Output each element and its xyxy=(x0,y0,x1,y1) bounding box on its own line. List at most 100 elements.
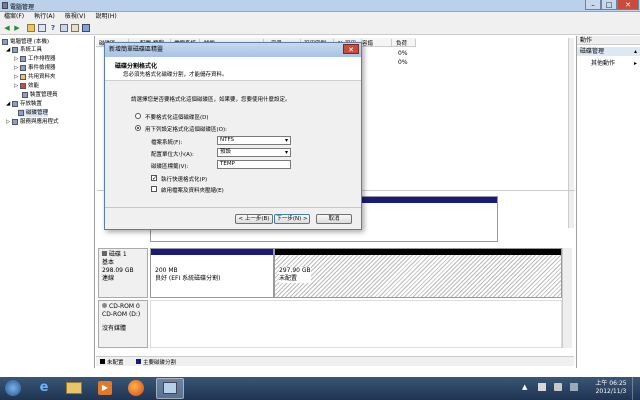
window-titlebar: 電腦管理 – □ ✕ xyxy=(0,0,640,12)
media-player-icon[interactable]: ▶ xyxy=(98,381,112,395)
folder-icon xyxy=(19,73,26,80)
menu-help[interactable]: 說明(H) xyxy=(96,13,117,20)
speaker-icon[interactable] xyxy=(554,383,562,391)
arrow-right-icon[interactable]: ▸ xyxy=(634,59,637,68)
cdrom-name: CD-ROM 0 xyxy=(102,303,140,311)
properties-icon[interactable] xyxy=(38,24,46,32)
dialog-subheading: 您必須先格式化磁碟分割，才能儲存資料。 xyxy=(123,72,228,78)
menu-file[interactable]: 檔案(F) xyxy=(4,13,24,20)
internet-explorer-icon[interactable]: e xyxy=(36,381,52,395)
disk-1-label[interactable]: 磁碟 1 基本 298.09 GB 連線 xyxy=(98,248,148,298)
cdrom-status: 沒有媒體 xyxy=(102,325,127,332)
tree-item-shared-folders[interactable]: ▷ 共用資料夾 xyxy=(14,73,56,81)
tree-item-services[interactable]: ▷ 服務與應用程式 xyxy=(6,118,59,126)
actions-header: 動作 xyxy=(577,36,640,45)
new-simple-volume-wizard: 新增簡單磁碟區精靈 ✕ 磁碟分割格式化 您必須先格式化磁碟分割，才能儲存資料。 … xyxy=(104,42,362,230)
back-arrow-icon[interactable]: ◀ xyxy=(3,24,11,32)
dialog-close-button[interactable]: ✕ xyxy=(343,44,359,54)
tray-arrow-icon[interactable]: ▲ xyxy=(522,383,527,391)
no-format-radio[interactable] xyxy=(135,113,141,119)
allocation-unit-select[interactable]: 預設 xyxy=(217,148,291,157)
show-desktop-button[interactable] xyxy=(632,377,640,400)
tree-item-device-manager[interactable]: 裝置管理員 xyxy=(22,91,58,99)
back-button[interactable]: < 上一步(B) xyxy=(235,214,273,224)
disk-size: 298.09 GB xyxy=(102,267,134,274)
actions-more[interactable]: 其他動作 xyxy=(591,59,615,68)
disk-management-icon xyxy=(18,109,24,116)
cancel-button[interactable]: 取消 xyxy=(316,214,352,224)
taskbar: e ▶ ▲ 上午 06:25 2012/11/3 xyxy=(0,377,640,400)
forward-arrow-icon[interactable]: ▶ xyxy=(13,24,21,32)
actions-section[interactable]: 磁碟管理 ▴ xyxy=(577,47,640,56)
help-book-icon[interactable] xyxy=(82,24,90,32)
scrollbar[interactable] xyxy=(562,248,572,348)
firefox-icon[interactable] xyxy=(128,380,144,396)
console-tree: 電腦管理 (本機) ◢ 系統工具 ▷ 工作排程器 ▷ 事件檢視器 ▷ 共用資料夾… xyxy=(0,36,95,368)
quick-format-label[interactable]: 執行快速格式化(P) xyxy=(161,175,207,183)
clock[interactable]: 上午 06:25 2012/11/3 xyxy=(594,380,628,396)
up-folder-icon[interactable] xyxy=(27,24,35,32)
maximize-button[interactable]: □ xyxy=(601,0,617,10)
column-header[interactable]: 負荷 xyxy=(396,39,416,47)
performance-icon xyxy=(19,82,26,89)
compression-label[interactable]: 啟用檔案及資料夾壓縮(E) xyxy=(161,186,224,194)
close-button[interactable]: ✕ xyxy=(617,0,639,10)
menu-bar: 檔案(F) 執行(A) 檢視(V) 說明(H) xyxy=(0,12,640,22)
window-title: 電腦管理 xyxy=(10,4,35,11)
partition-size: 200 MB xyxy=(155,267,178,274)
partition-efi[interactable]: 200 MB 良好 (EFI 系統磁碟分割) xyxy=(150,248,274,298)
next-button[interactable]: 下一步(N) > xyxy=(274,214,310,224)
menu-action[interactable]: 執行(A) xyxy=(34,13,55,20)
tree-item-system-tools[interactable]: ◢ 系統工具 xyxy=(6,46,42,54)
help-icon[interactable]: ? xyxy=(49,24,57,32)
no-format-label[interactable]: 不要格式化這個磁碟區(D) xyxy=(145,113,209,121)
file-explorer-icon[interactable] xyxy=(66,382,82,394)
cdrom-area xyxy=(150,300,562,348)
cdrom-icon xyxy=(102,303,107,308)
allocation-unit-label: 配置單位大小(A): xyxy=(151,152,194,158)
partition-status: 良好 (EFI 系統磁碟分割) xyxy=(155,275,221,282)
toolbar: ◀ ▶ ? xyxy=(0,22,640,35)
format-label[interactable]: 用下列設定格式化這個磁碟區(O): xyxy=(145,125,227,133)
console-icon[interactable] xyxy=(60,24,68,32)
network-icon[interactable] xyxy=(538,383,546,391)
start-orb-icon[interactable] xyxy=(5,380,21,396)
clock-time: 上午 06:25 xyxy=(595,380,627,387)
computer-icon xyxy=(2,38,8,45)
cdrom-type: CD-ROM (D:) xyxy=(102,311,141,318)
column-header[interactable]: 容錯 xyxy=(362,39,392,47)
partition-unallocated[interactable]: 297.90 GB 未配置 xyxy=(274,248,562,298)
legend-primary: 主要磁碟分割 xyxy=(143,360,177,366)
export-icon[interactable] xyxy=(71,24,79,32)
cdrom-0-label[interactable]: CD-ROM 0 CD-ROM (D:) 沒有媒體 xyxy=(98,300,148,348)
disk-type: 基本 xyxy=(102,259,115,266)
minimize-button[interactable]: – xyxy=(585,0,601,10)
volume-label-field[interactable]: TEMP xyxy=(217,160,291,169)
tree-item-root[interactable]: 電腦管理 (本機) xyxy=(2,38,49,46)
dialog-title: 新增簡單磁碟區精靈 xyxy=(109,46,164,53)
unallocated-bar xyxy=(275,249,561,255)
table-cell: 0% xyxy=(398,59,408,66)
legend-unallocated: 未配置 xyxy=(107,360,124,366)
disk-icon xyxy=(102,251,107,256)
dialog-prompt: 請選擇您是否要格式化這個磁碟區，如果要，您要使用什麼設定。 xyxy=(131,97,291,103)
action-center-icon[interactable] xyxy=(570,383,578,391)
volume-label-label: 磁碟區標籤(V): xyxy=(151,164,189,170)
file-system-label: 檔案系統(F): xyxy=(151,140,183,146)
tree-item-performance[interactable]: ▷ 效能 xyxy=(14,82,39,90)
file-system-select[interactable]: NTFS xyxy=(217,136,291,145)
tree-item-disk-management[interactable]: 磁碟管理 xyxy=(18,109,49,117)
format-radio[interactable] xyxy=(135,125,141,131)
compression-checkbox[interactable] xyxy=(151,186,157,192)
quick-format-checkbox[interactable]: ✓ xyxy=(151,175,157,182)
tree-item-event-viewer[interactable]: ▷ 事件檢視器 xyxy=(14,64,56,72)
menu-view[interactable]: 檢視(V) xyxy=(65,13,86,20)
clock-icon xyxy=(19,55,26,62)
tree-item-storage[interactable]: ◢ 存放裝置 xyxy=(6,100,42,108)
tree-item-task-scheduler[interactable]: ▷ 工作排程器 xyxy=(14,55,56,63)
scrollbar[interactable] xyxy=(568,38,574,228)
computer-management-icon xyxy=(163,382,177,394)
disk-name: 磁碟 1 xyxy=(102,251,134,259)
taskbar-button-active[interactable] xyxy=(156,378,184,399)
collapse-arrow-icon[interactable]: ▴ xyxy=(634,47,637,56)
